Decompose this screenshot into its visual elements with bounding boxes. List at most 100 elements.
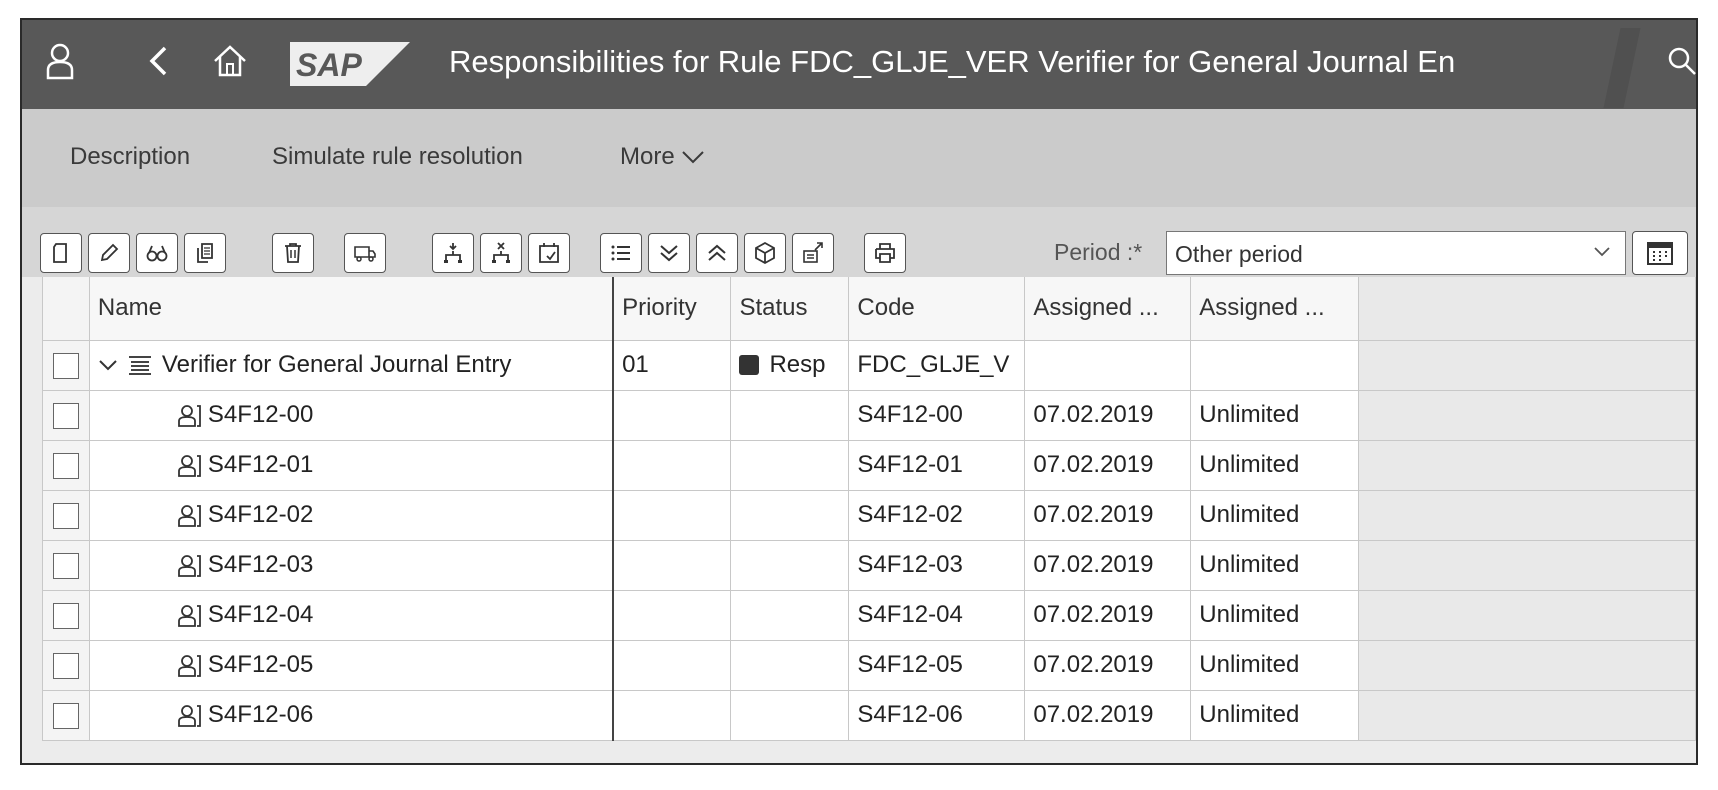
status-indicator-icon [739, 355, 760, 375]
select-all-column[interactable] [42, 277, 90, 341]
print-button[interactable] [864, 233, 906, 273]
tree-node-name[interactable]: Verifier for General Journal Entry [88, 339, 615, 391]
transport-icon [354, 246, 376, 262]
chevron-down-icon [681, 151, 704, 164]
chevron-down-icon[interactable] [98, 358, 118, 372]
row-select[interactable] [42, 339, 90, 391]
row-checkbox[interactable] [52, 452, 79, 479]
table-row[interactable]: S4F12-04 S4F12-04 07.02.2019 Unlimited [42, 589, 1696, 641]
back-icon[interactable] [138, 40, 178, 82]
display-button[interactable] [136, 233, 178, 273]
row-select[interactable] [42, 489, 90, 541]
assigned-from-cell: 07.02.2019 [1024, 689, 1192, 741]
row-select[interactable] [42, 689, 90, 741]
display-icon [146, 245, 168, 262]
responsibilities-tree-table: Name Priority Status Code Assigned ... A… [22, 277, 1696, 763]
row-checkbox[interactable] [52, 502, 79, 529]
calendar-check-button[interactable] [528, 233, 570, 273]
chevron-down-icon [1594, 247, 1610, 257]
status-cell [730, 639, 850, 691]
status-cell [730, 539, 850, 591]
tree-node-name[interactable]: S4F12-03 [88, 539, 615, 591]
row-checkbox[interactable] [52, 602, 79, 629]
new-button[interactable] [40, 233, 82, 273]
table-row[interactable]: S4F12-01 S4F12-01 07.02.2019 Unlimited [42, 439, 1696, 491]
row-select[interactable] [42, 539, 90, 591]
menu-simulate-rule-resolution[interactable]: Simulate rule resolution [272, 143, 523, 171]
edit-icon [100, 243, 119, 262]
code-cell: S4F12-02 [848, 489, 1026, 541]
row-checkbox[interactable] [52, 552, 79, 579]
calendar-button[interactable] [1632, 231, 1688, 275]
row-filler [1358, 339, 1696, 391]
priority-cell [612, 539, 732, 591]
assigned-to-cell: Unlimited [1190, 539, 1360, 591]
status-cell [730, 589, 850, 641]
column-header-assigned-to[interactable]: Assigned ... [1190, 277, 1360, 341]
row-checkbox[interactable] [52, 652, 79, 679]
column-header-assigned-from[interactable]: Assigned ... [1024, 277, 1192, 341]
status-cell [730, 489, 850, 541]
tree-node-name[interactable]: S4F12-06 [88, 689, 615, 741]
tree-node-name[interactable]: S4F12-04 [88, 589, 615, 641]
table-row[interactable]: S4F12-00 S4F12-00 07.02.2019 Unlimited [42, 389, 1696, 441]
user-icon[interactable] [40, 40, 80, 82]
table-row[interactable]: S4F12-02 S4F12-02 07.02.2019 Unlimited [42, 489, 1696, 541]
hierarchy-up-button[interactable] [480, 233, 522, 273]
shell-header: SAP Responsibilities for Rule FDC_GLJE_V… [22, 20, 1696, 114]
table-row[interactable]: S4F12-05 S4F12-05 07.02.2019 Unlimited [42, 639, 1696, 691]
priority-cell [612, 589, 732, 641]
tree-node-label: Verifier for General Journal Entry [161, 351, 512, 379]
code-cell: S4F12-01 [848, 439, 1026, 491]
transport-button[interactable] [344, 233, 386, 273]
package-button[interactable] [744, 233, 786, 273]
delete-button[interactable] [272, 233, 314, 273]
edit-button[interactable] [88, 233, 130, 273]
assigned-from-cell: 07.02.2019 [1024, 489, 1192, 541]
hierarchy-down-button[interactable] [432, 233, 474, 273]
tree-node-label: S4F12-05 [207, 651, 314, 678]
column-header-name[interactable]: Name [88, 277, 615, 341]
row-checkbox[interactable] [52, 702, 79, 729]
tree-node-name[interactable]: S4F12-02 [88, 489, 615, 541]
search-icon[interactable] [1662, 40, 1696, 82]
user-icon [178, 454, 201, 477]
sap-logo[interactable]: SAP [290, 42, 410, 86]
table-row[interactable]: S4F12-06 S4F12-06 07.02.2019 Unlimited [42, 689, 1696, 741]
menu-bar: Description Simulate rule resolution Mor… [22, 109, 1696, 207]
list-button[interactable] [600, 233, 642, 273]
row-select[interactable] [42, 439, 90, 491]
priority-cell [612, 489, 732, 541]
page-title: Responsibilities for Rule FDC_GLJE_VER V… [449, 44, 1456, 79]
home-icon[interactable] [208, 40, 252, 82]
row-filler [1358, 689, 1696, 741]
expand-all-button[interactable] [648, 233, 690, 273]
table-row-parent[interactable]: Verifier for General Journal Entry 01 Re… [42, 339, 1696, 391]
code-cell: S4F12-04 [848, 589, 1026, 641]
table-row[interactable]: S4F12-03 S4F12-03 07.02.2019 Unlimited [42, 539, 1696, 591]
user-icon [178, 554, 201, 577]
row-checkbox[interactable] [52, 402, 79, 429]
column-header-code[interactable]: Code [848, 277, 1026, 341]
menu-description[interactable]: Description [70, 143, 190, 171]
user-icon [178, 704, 201, 727]
export-button[interactable] [792, 233, 834, 273]
row-select[interactable] [42, 389, 90, 441]
row-checkbox[interactable] [52, 352, 79, 379]
copy-button[interactable] [184, 233, 226, 273]
tree-node-name[interactable]: S4F12-05 [88, 639, 615, 691]
row-select[interactable] [42, 589, 90, 641]
row-filler [1358, 639, 1696, 691]
column-header-status[interactable]: Status [730, 277, 850, 341]
column-header-priority[interactable]: Priority [612, 277, 732, 341]
tree-node-name[interactable]: S4F12-01 [88, 439, 615, 491]
tree-node-name[interactable]: S4F12-00 [88, 389, 615, 441]
menu-more[interactable]: More [620, 143, 705, 171]
code-cell: S4F12-03 [848, 539, 1026, 591]
code-cell: S4F12-05 [848, 639, 1026, 691]
collapse-all-button[interactable] [696, 233, 738, 273]
period-select[interactable]: Other period [1166, 231, 1626, 275]
row-filler [1358, 439, 1696, 491]
copy-icon [197, 243, 213, 263]
row-select[interactable] [42, 639, 90, 691]
